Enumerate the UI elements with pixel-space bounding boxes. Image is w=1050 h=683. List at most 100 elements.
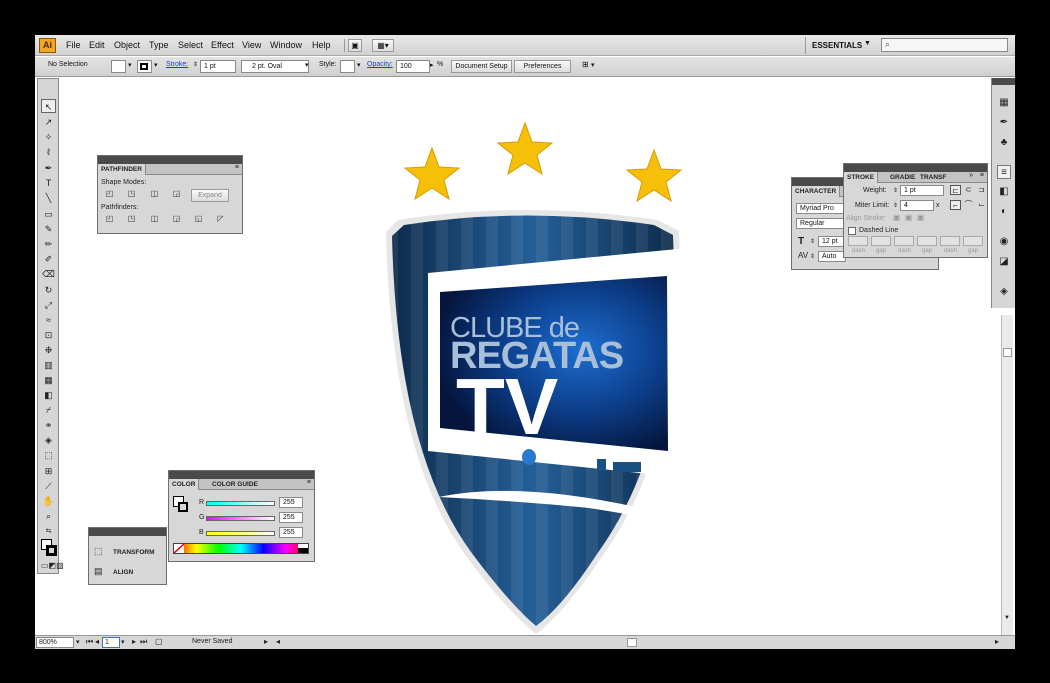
- type-tool-icon[interactable]: T: [41, 176, 56, 190]
- panel-menu-icon[interactable]: ≡: [980, 172, 984, 179]
- miter-join-icon[interactable]: ⌐: [950, 200, 961, 210]
- none-swatch-icon[interactable]: [173, 543, 185, 554]
- align-center-icon[interactable]: ▣: [891, 213, 902, 223]
- menu-object[interactable]: Object: [114, 40, 140, 50]
- zoom-dropdown-icon[interactable]: ▾: [76, 638, 80, 646]
- zoom-tool-icon[interactable]: ⌕: [41, 509, 56, 523]
- red-slider[interactable]: [206, 501, 275, 506]
- horizontal-scroll-thumb[interactable]: [627, 638, 637, 647]
- column-graph-icon[interactable]: ▥: [41, 358, 56, 372]
- style-swatch[interactable]: [340, 60, 355, 73]
- chevron-down-icon[interactable]: ▼: [864, 40, 871, 47]
- tab-pathfinder[interactable]: PATHFINDER: [98, 164, 146, 175]
- expand-button[interactable]: Expand: [191, 189, 229, 202]
- fill-dropdown-icon[interactable]: ▾: [128, 61, 132, 69]
- symbols-icon[interactable]: ♣: [997, 136, 1011, 150]
- stroke-weight-field[interactable]: 1 pt: [200, 60, 236, 73]
- transform-item[interactable]: TRANSFORM: [113, 549, 155, 556]
- black-swatch[interactable]: [298, 548, 308, 553]
- gap-field[interactable]: [871, 236, 891, 246]
- green-slider[interactable]: [206, 516, 275, 521]
- status-arrow-icon[interactable]: ▸: [264, 637, 268, 646]
- next-artboard-icon[interactable]: ▸: [132, 637, 136, 646]
- app-icon[interactable]: Ai: [39, 38, 56, 53]
- blue-slider[interactable]: [206, 531, 275, 536]
- menu-window[interactable]: Window: [270, 40, 302, 50]
- scale-tool-icon[interactable]: ⤢: [41, 298, 56, 312]
- swatches-icon[interactable]: ▦: [997, 96, 1011, 110]
- live-paint-selection-icon[interactable]: ⬚: [41, 448, 56, 462]
- opacity-field[interactable]: 100: [396, 60, 430, 73]
- stroke-color-icon[interactable]: [178, 502, 188, 512]
- symbol-sprayer-icon[interactable]: ❉: [41, 343, 56, 357]
- gap-field[interactable]: [963, 236, 983, 246]
- scroll-down-icon[interactable]: ▼: [1004, 615, 1010, 621]
- stroke-dropdown-icon[interactable]: ▾: [154, 61, 158, 69]
- weight-field[interactable]: 1 pt: [900, 185, 944, 196]
- transparency-icon[interactable]: ◐: [997, 205, 1011, 219]
- blob-brush-icon[interactable]: ✐: [41, 252, 56, 266]
- gradient-tool-icon[interactable]: ◧: [41, 388, 56, 402]
- tab-gradient[interactable]: GRADIE: [887, 172, 918, 183]
- brushes-icon[interactable]: ✒: [997, 116, 1011, 130]
- crop-icon[interactable]: ◲: [171, 214, 182, 224]
- brush-definition[interactable]: 2 pt. Oval: [241, 60, 309, 73]
- artboard-tool-icon[interactable]: ⊞: [41, 464, 56, 478]
- menu-edit[interactable]: Edit: [89, 40, 105, 50]
- miter-limit-field[interactable]: 4: [900, 200, 934, 211]
- miter-stepper-icon[interactable]: ⇕: [893, 202, 898, 209]
- dash-field[interactable]: [894, 236, 914, 246]
- blend-tool-icon[interactable]: ⚭: [41, 418, 56, 432]
- expand-panel-icon[interactable]: »: [969, 172, 973, 179]
- stroke-panel-icon[interactable]: ≡: [997, 165, 1011, 179]
- font-family-field[interactable]: Myriad Pro: [796, 203, 846, 214]
- stroke-stepper-icon[interactable]: ⇕: [193, 61, 198, 68]
- opacity-label[interactable]: Opacity:: [367, 61, 393, 68]
- lasso-icon[interactable]: ℓ: [41, 145, 56, 159]
- trim-icon[interactable]: ◳: [126, 214, 137, 224]
- style-dropdown-icon[interactable]: ▾: [357, 61, 361, 69]
- minus-front-icon[interactable]: ◳: [126, 189, 137, 199]
- font-size-stepper-icon[interactable]: ⇕: [810, 238, 815, 245]
- projecting-cap-icon[interactable]: ⊐: [976, 185, 987, 195]
- tracking-stepper-icon[interactable]: ⇕: [810, 253, 815, 260]
- round-join-icon[interactable]: ⌒: [963, 200, 974, 210]
- panel-header[interactable]: [98, 156, 242, 164]
- pen-tool-icon[interactable]: ✒: [41, 161, 56, 175]
- scroll-right-icon[interactable]: ▸: [995, 637, 999, 646]
- tab-color-guide[interactable]: COLOR GUIDE: [209, 479, 261, 490]
- merge-icon[interactable]: ◫: [149, 214, 160, 224]
- gradient-panel-icon[interactable]: ◧: [997, 185, 1011, 199]
- stroke-label[interactable]: Stroke:: [166, 61, 188, 68]
- color-mode-icon[interactable]: ▭◩▨: [41, 559, 64, 573]
- butt-cap-icon[interactable]: ⊏: [950, 185, 961, 195]
- tab-character[interactable]: CHARACTER: [792, 186, 841, 197]
- brush-dropdown-icon[interactable]: ▾: [305, 61, 309, 69]
- weight-stepper-icon[interactable]: ⇕: [893, 187, 898, 194]
- blue-value-field[interactable]: 255: [279, 527, 303, 538]
- rotate-tool-icon[interactable]: ↻: [41, 283, 56, 297]
- green-value-field[interactable]: 255: [279, 512, 303, 523]
- panel-header[interactable]: [169, 471, 314, 479]
- intersect-icon[interactable]: ◫: [149, 189, 160, 199]
- panel-menu-icon[interactable]: ≡: [235, 164, 239, 171]
- menu-view[interactable]: View: [242, 40, 261, 50]
- tab-transparency[interactable]: TRANSF: [917, 172, 949, 183]
- divide-icon[interactable]: ◰: [104, 214, 115, 224]
- font-style-field[interactable]: Regular: [796, 218, 846, 229]
- bridge-icon[interactable]: ▣: [348, 39, 362, 52]
- hand-tool-icon[interactable]: ✋: [41, 494, 56, 508]
- panel-header[interactable]: [844, 164, 987, 172]
- tab-color[interactable]: COLOR: [169, 479, 200, 490]
- scroll-thumb[interactable]: [1003, 348, 1012, 357]
- live-paint-icon[interactable]: ◈: [41, 433, 56, 447]
- dash-field[interactable]: [940, 236, 960, 246]
- red-value-field[interactable]: 255: [279, 497, 303, 508]
- menu-effect[interactable]: Effect: [211, 40, 234, 50]
- document-setup-button[interactable]: Document Setup: [451, 60, 512, 73]
- pencil-icon[interactable]: ✏: [41, 237, 56, 251]
- preferences-button[interactable]: Preferences: [514, 60, 571, 73]
- appearance-icon[interactable]: ◉: [997, 235, 1011, 249]
- dash-field[interactable]: [848, 236, 868, 246]
- bevel-join-icon[interactable]: ⌙: [976, 200, 987, 210]
